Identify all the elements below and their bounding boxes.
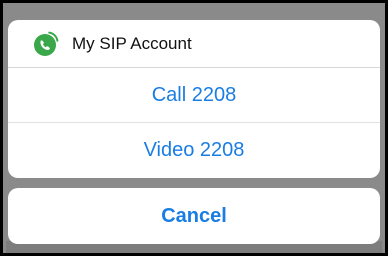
- account-title: My SIP Account: [72, 33, 192, 53]
- video-option-button[interactable]: Video 2208: [8, 123, 380, 178]
- sheet-header: My SIP Account: [8, 20, 380, 68]
- video-option-label: Video 2208: [143, 139, 245, 161]
- action-sheet: My SIP Account Call 2208 Video 2208: [8, 20, 380, 178]
- phone-signal-icon: [34, 31, 59, 56]
- cancel-button[interactable]: Cancel: [8, 188, 380, 244]
- dimmed-backdrop: [6, 179, 382, 187]
- call-option-label: Call 2208: [151, 83, 237, 106]
- cancel-label: Cancel: [161, 204, 227, 227]
- call-option-button[interactable]: Call 2208: [8, 68, 380, 123]
